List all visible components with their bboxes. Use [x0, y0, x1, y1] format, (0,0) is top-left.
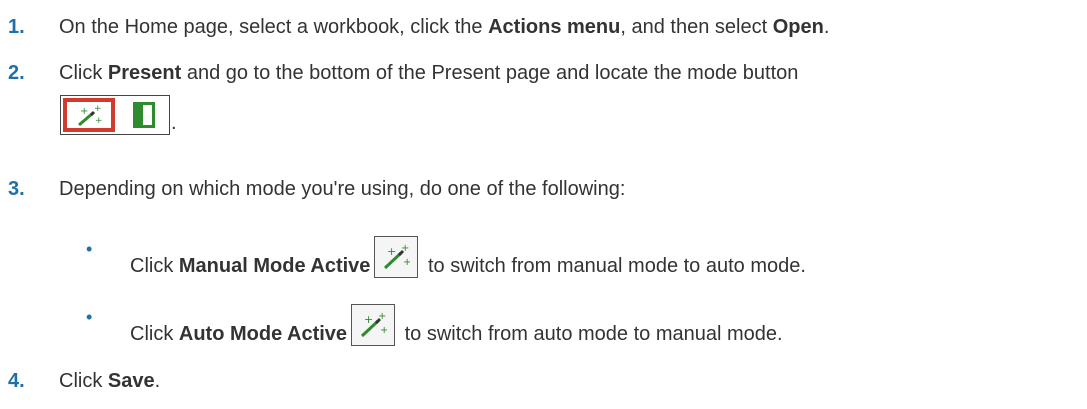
- magic-wand-icon: + + +: [361, 311, 387, 338]
- magic-wand-icon: + + +: [384, 243, 410, 270]
- bullet-text-part: Click: [130, 323, 179, 345]
- svg-text:+: +: [94, 104, 102, 114]
- step-text: Depending on which mode you're using, do…: [59, 178, 626, 200]
- auto-mode-button: + + +: [351, 304, 396, 346]
- svg-text:+: +: [364, 313, 373, 326]
- step-text: On the Home page, select a workbook, cli…: [59, 14, 829, 40]
- step-text-part: On the Home page, select a workbook, cli…: [59, 16, 489, 38]
- step-number: 4.: [8, 370, 25, 392]
- step-text-part: .: [154, 370, 161, 392]
- svg-text:+: +: [387, 245, 396, 258]
- save-label: Save: [107, 370, 155, 392]
- svg-text:+: +: [95, 116, 103, 126]
- step-text-part: , and then select: [620, 16, 773, 38]
- bullet-text-part: to switch from auto mode to manual mode.: [399, 323, 783, 345]
- svg-text:+: +: [380, 325, 387, 336]
- step-text-part: .: [823, 16, 830, 38]
- bullet-marker: •: [86, 239, 93, 259]
- step-text: Click Save.: [59, 368, 160, 394]
- step-number: 2.: [8, 62, 25, 84]
- step-text-part: Click: [59, 62, 108, 84]
- present-label: Present: [107, 62, 182, 84]
- bullet-text: Click Manual Mode Active + + + to switch…: [130, 236, 806, 279]
- svg-text:+: +: [403, 257, 410, 268]
- step-number: 3.: [8, 178, 25, 200]
- svg-text:+: +: [378, 311, 386, 322]
- auto-mode-active-label: Auto Mode Active: [178, 323, 348, 345]
- svg-text:+: +: [80, 106, 88, 117]
- step-text: Click Present and go to the bottom of th…: [59, 60, 798, 86]
- bullet-marker: •: [86, 307, 93, 327]
- manual-mode-button: + + +: [374, 236, 419, 278]
- manual-mode-highlight: + + +: [63, 98, 115, 132]
- step-text-part: Click: [59, 370, 108, 392]
- mode-button-image: + + +: [60, 95, 170, 135]
- step-number: 1.: [8, 16, 25, 38]
- step-text-part: and go to the bottom of the Present page…: [181, 62, 799, 84]
- step-2-period: .: [171, 112, 177, 134]
- open-label: Open: [772, 16, 824, 38]
- panel-icon: [133, 102, 155, 128]
- bullet-text-part: Click: [130, 255, 179, 277]
- actions-menu-label: Actions menu: [488, 16, 621, 38]
- bullet-text-part: to switch from manual mode to auto mode.: [422, 255, 806, 277]
- manual-mode-active-label: Manual Mode Active: [178, 255, 371, 277]
- svg-text:+: +: [401, 243, 409, 254]
- bullet-text: Click Auto Mode Active + + + to switch f…: [130, 304, 783, 347]
- magic-wand-icon: + + +: [78, 104, 103, 127]
